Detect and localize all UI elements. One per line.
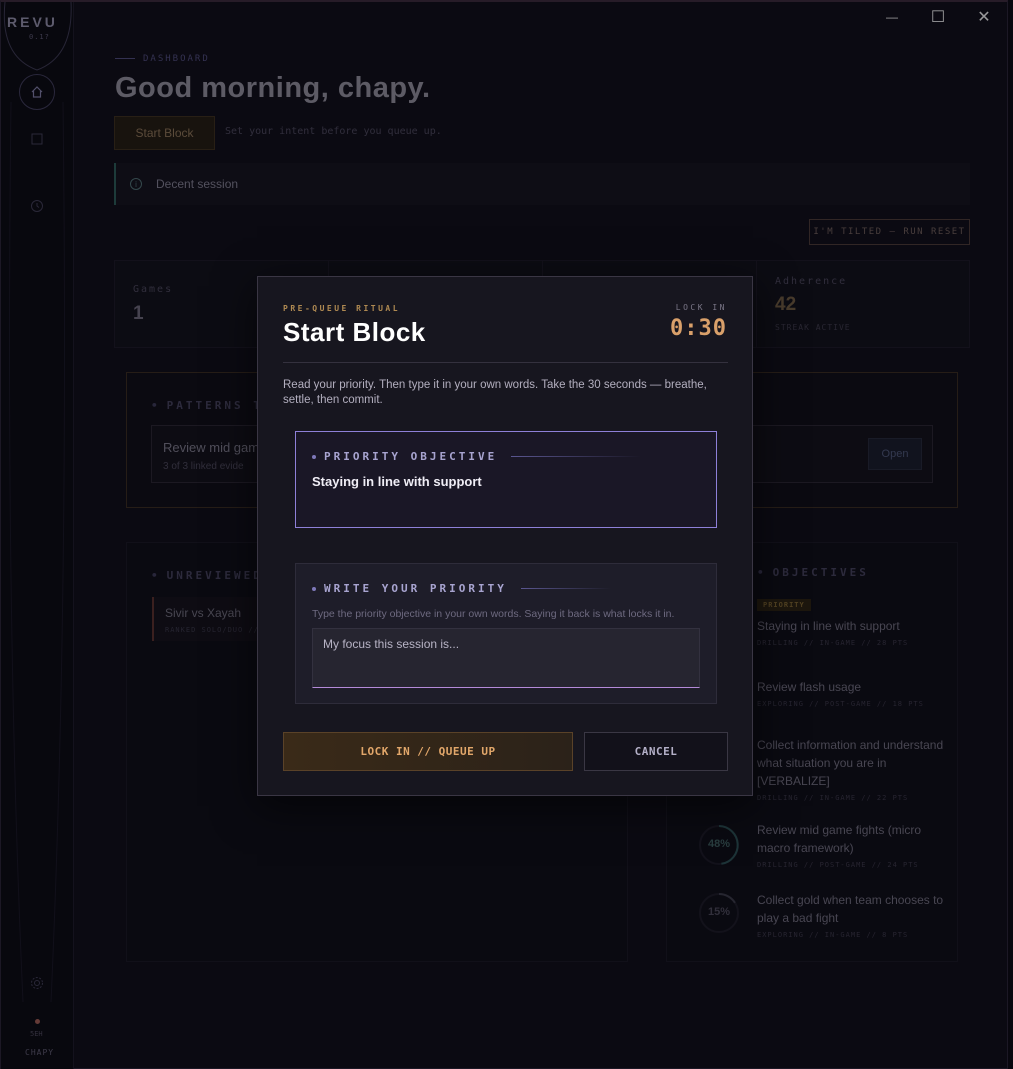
modal-description: Read your priority. Then type it in your…: [283, 379, 707, 406]
priority-objective-box: PRIORITY OBJECTIVE Staying in line with …: [295, 431, 717, 528]
lock-in-queue-button[interactable]: LOCK IN // QUEUE UP: [283, 732, 573, 771]
write-priority-hint: Type the priority objective in your own …: [312, 608, 675, 620]
write-priority-box: WRITE YOUR PRIORITY Type the priority ob…: [295, 563, 717, 704]
modal-divider: [283, 362, 728, 363]
write-priority-label: WRITE YOUR PRIORITY: [312, 582, 611, 595]
lock-in-timer: 0:30: [670, 316, 727, 341]
bullet-icon: [312, 454, 316, 459]
lock-in-label: LOCK IN: [675, 303, 727, 312]
priority-objective-text: Staying in line with support: [312, 474, 482, 489]
modal-kicker: PRE-QUEUE RITUAL: [283, 304, 401, 313]
priority-objective-label-text: PRIORITY OBJECTIVE: [324, 450, 498, 463]
write-priority-label-text: WRITE YOUR PRIORITY: [324, 582, 507, 595]
modal-title: Start Block: [283, 317, 426, 347]
bullet-icon: [312, 586, 316, 591]
cancel-button[interactable]: CANCEL: [584, 732, 728, 771]
priority-input[interactable]: [312, 628, 700, 688]
label-rule: [511, 456, 642, 457]
priority-objective-label: PRIORITY OBJECTIVE: [312, 450, 642, 463]
start-block-modal: PRE-QUEUE RITUAL Start Block LOCK IN 0:3…: [257, 276, 753, 796]
label-rule: [520, 588, 611, 589]
